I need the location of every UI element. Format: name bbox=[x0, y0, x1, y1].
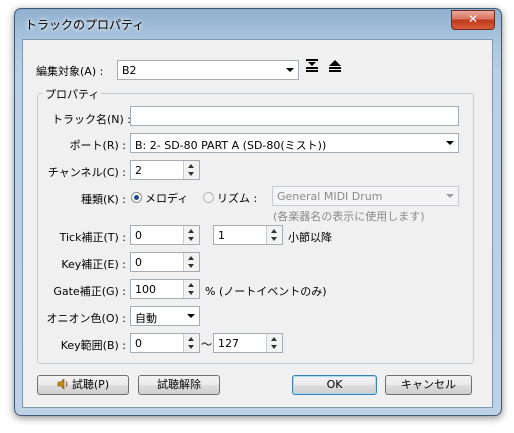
port-select[interactable]: B: 2- SD-80 PART A (SD-80(ミスト)) bbox=[130, 133, 459, 153]
onion-color-select[interactable]: 自動 bbox=[130, 306, 200, 326]
spin-down-icon bbox=[188, 291, 194, 295]
spin-down-icon bbox=[188, 264, 194, 268]
spin-buttons[interactable] bbox=[183, 226, 199, 244]
drum-set-note: (各楽器名の表示に使用します) bbox=[273, 210, 425, 223]
spin-buttons[interactable] bbox=[183, 253, 199, 271]
chevron-down-icon bbox=[446, 194, 454, 198]
chevron-down-icon bbox=[286, 68, 294, 72]
move-up-icon[interactable] bbox=[328, 59, 342, 73]
port-label: ポート(R) : bbox=[69, 139, 126, 152]
spin-down-icon bbox=[188, 345, 194, 349]
cancel-label: キャンセル bbox=[401, 378, 456, 391]
spin-up-icon bbox=[188, 164, 194, 168]
key-range-label: Key範囲(B) : bbox=[60, 339, 126, 352]
properties-group-title: プロパティ bbox=[43, 86, 102, 102]
close-button[interactable]: ✕ bbox=[451, 10, 495, 30]
tick-value: 0 bbox=[135, 229, 142, 242]
spin-buttons[interactable] bbox=[183, 280, 199, 298]
track-name-label: トラック名(N) : bbox=[52, 113, 132, 126]
speaker-icon bbox=[57, 378, 68, 390]
ok-button[interactable]: OK bbox=[292, 375, 377, 395]
spin-up-icon bbox=[188, 229, 194, 233]
audition-button[interactable]: 試聴(P) bbox=[37, 375, 129, 395]
target-select[interactable]: B2 bbox=[117, 60, 299, 80]
spin-up-icon bbox=[188, 283, 194, 287]
ok-label: OK bbox=[326, 378, 343, 391]
gate-spinner[interactable]: 100 bbox=[130, 279, 200, 299]
channel-spinner[interactable]: 2 bbox=[130, 160, 200, 180]
track-name-input[interactable] bbox=[130, 106, 459, 126]
tick-label: Tick補正(T) : bbox=[59, 231, 126, 244]
drum-set-select[interactable]: General MIDI Drum bbox=[272, 186, 459, 206]
drum-set-value: General MIDI Drum bbox=[277, 190, 383, 203]
spin-buttons[interactable] bbox=[266, 226, 282, 244]
key-range-from-value: 0 bbox=[135, 337, 142, 350]
spin-down-icon bbox=[188, 172, 194, 176]
tick-suffix: 小節以降 bbox=[288, 231, 332, 244]
window-title: トラックのプロパティ bbox=[25, 18, 145, 32]
onion-color-label: オニオン色(O) : bbox=[46, 312, 126, 325]
cancel-button[interactable]: キャンセル bbox=[385, 375, 472, 395]
channel-label: チャンネル(C) : bbox=[47, 166, 126, 179]
spin-buttons[interactable] bbox=[183, 334, 199, 352]
spin-up-icon bbox=[188, 337, 194, 341]
tick-spinner[interactable]: 0 bbox=[130, 225, 200, 245]
rhythm-radio-label[interactable]: リズム : bbox=[217, 190, 257, 206]
tick-bar-spinner[interactable]: 1 bbox=[213, 225, 283, 245]
spin-buttons[interactable] bbox=[266, 334, 282, 352]
target-label: 編集対象(A) : bbox=[36, 65, 104, 78]
move-down-icon[interactable] bbox=[305, 59, 319, 73]
spin-buttons[interactable] bbox=[183, 161, 199, 179]
key-range-to-spinner[interactable]: 127 bbox=[213, 333, 283, 353]
cancel-audition-button[interactable]: 試聴解除 bbox=[138, 375, 220, 395]
audition-label: 試聴(P) bbox=[71, 378, 110, 391]
spin-down-icon bbox=[271, 345, 277, 349]
spin-down-icon bbox=[271, 237, 277, 241]
rhythm-radio[interactable] bbox=[203, 192, 214, 203]
melody-radio-label[interactable]: メロディ bbox=[145, 190, 188, 206]
key-range-separator: ～ bbox=[201, 338, 212, 351]
port-value: B: 2- SD-80 PART A (SD-80(ミスト)) bbox=[135, 139, 327, 152]
gate-value: 100 bbox=[135, 283, 156, 296]
gate-suffix: % (ノートイベントのみ) bbox=[205, 285, 327, 298]
spin-down-icon bbox=[188, 237, 194, 241]
spin-up-icon bbox=[271, 337, 277, 341]
close-icon: ✕ bbox=[467, 12, 479, 26]
tick-bar-value: 1 bbox=[218, 229, 225, 242]
key-spinner[interactable]: 0 bbox=[130, 252, 200, 272]
chevron-down-icon bbox=[446, 141, 454, 145]
key-range-to-value: 127 bbox=[218, 337, 239, 350]
key-label: Key補正(E) : bbox=[61, 258, 126, 271]
target-value: B2 bbox=[122, 64, 137, 77]
melody-radio[interactable] bbox=[131, 192, 142, 203]
spin-up-icon bbox=[188, 256, 194, 260]
channel-value: 2 bbox=[135, 164, 142, 177]
key-range-from-spinner[interactable]: 0 bbox=[130, 333, 200, 353]
title-bar[interactable]: トラックのプロパティ ✕ bbox=[15, 9, 501, 39]
key-value: 0 bbox=[135, 256, 142, 269]
onion-color-value: 自動 bbox=[135, 312, 157, 325]
chevron-down-icon bbox=[187, 314, 195, 318]
kind-label: 種類(K) : bbox=[81, 193, 126, 206]
cancel-audition-label: 試聴解除 bbox=[157, 378, 201, 391]
gate-label: Gate補正(G) : bbox=[53, 285, 126, 298]
spin-up-icon bbox=[271, 229, 277, 233]
